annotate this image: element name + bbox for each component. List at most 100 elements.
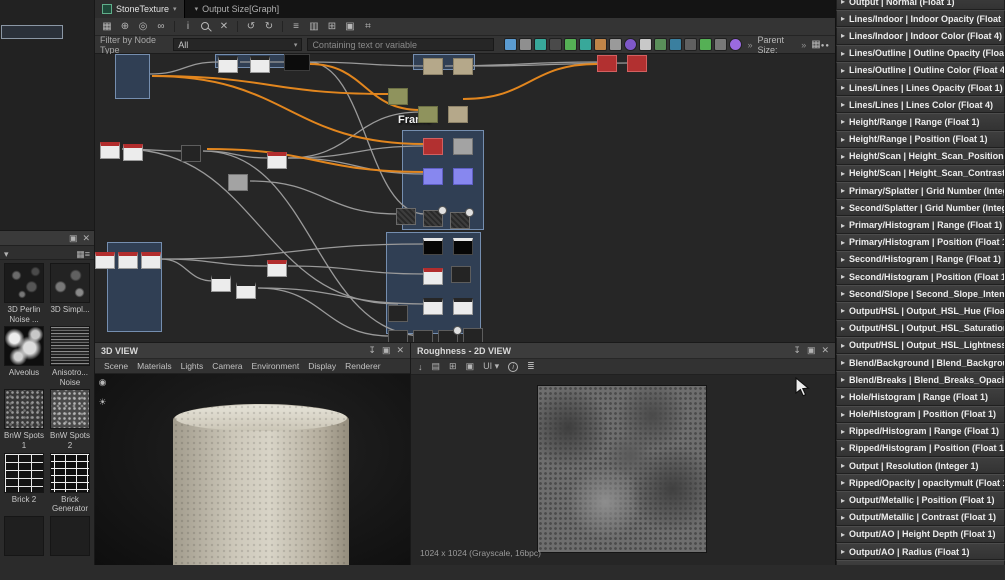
parameter-item[interactable]: ▸ Output/HSL | Output_HSL_Lightness (Floa… <box>836 336 1005 354</box>
expand-arrow-icon[interactable]: ▸ <box>841 221 845 230</box>
list-view-icon[interactable]: ≡ <box>289 19 303 35</box>
info-icon[interactable]: i <box>508 361 519 372</box>
node-category-icon-7[interactable] <box>594 38 608 51</box>
graph-node[interactable] <box>451 266 471 283</box>
expand-arrow-icon[interactable]: ▸ <box>841 14 845 23</box>
parameter-item[interactable]: ▸ Lines/Lines | Lines Color (Float 4) <box>836 96 1005 114</box>
parameter-item[interactable]: ▸ Second/Slope | Second_Slope_Intensity (… <box>836 285 1005 303</box>
graph-node[interactable] <box>423 206 447 227</box>
expand-arrow-icon[interactable]: ▸ <box>841 31 845 40</box>
parent-size-chevron[interactable]: » <box>801 40 806 50</box>
graph-node[interactable] <box>627 55 647 72</box>
center-view-icon[interactable]: ⊕ <box>118 19 132 35</box>
parameter-item[interactable]: ▸ Hole/Histogram | Range (Float 1) <box>836 388 1005 406</box>
parameter-item[interactable]: ▸ Primary/Splatter | Grid Number (Integer… <box>836 182 1005 200</box>
library-item[interactable]: Anisotro... Noise <box>48 326 92 387</box>
parameter-item[interactable]: ▸ Lines/Outline | Outline Color (Float 4) <box>836 61 1005 79</box>
parameter-item[interactable]: ▸ Output/Metallic | Position (Float 1) <box>836 491 1005 509</box>
pixel-grid-icon[interactable]: ▦ <box>811 39 820 50</box>
parameter-item[interactable]: ▸ Output/HSL | Output_HSL_Hue (Float 1) <box>836 302 1005 320</box>
graph-node[interactable] <box>597 55 617 72</box>
expand-arrow-icon[interactable]: ▸ <box>841 375 845 384</box>
parameter-item[interactable]: ▸ Output/HSL | Output_HSL_Saturation (Flo… <box>836 319 1005 337</box>
node-category-icon-11[interactable] <box>654 38 668 51</box>
expand-arrow-icon[interactable]: ▸ <box>841 169 845 178</box>
menu-camera[interactable]: Camera <box>212 361 242 371</box>
material-preview-icon[interactable]: ▣ <box>343 19 357 35</box>
node-category-icon-5[interactable] <box>564 38 578 51</box>
dock-icon[interactable]: ▣ <box>382 345 391 356</box>
graph-node[interactable] <box>250 56 270 73</box>
expand-arrow-icon[interactable]: ▸ <box>841 238 845 247</box>
search-input[interactable] <box>307 38 495 51</box>
graph-node[interactable] <box>423 138 443 155</box>
background-icon[interactable]: ▣ <box>466 361 475 372</box>
node-type-dropdown[interactable]: All ▾ <box>173 38 303 51</box>
info-icon[interactable]: i <box>181 19 195 35</box>
expand-arrow-icon[interactable]: ▸ <box>841 496 845 505</box>
node-category-icon-1[interactable] <box>504 38 518 51</box>
parameter-item[interactable]: ▸ Output | Resolution (Integer 1) <box>836 457 1005 475</box>
display-options-icon[interactable]: ▦ <box>100 19 114 35</box>
roughness-texture-preview[interactable] <box>538 386 706 552</box>
list-view-icon[interactable]: ≡ <box>85 249 90 259</box>
histogram-icon[interactable]: ≣ <box>527 361 535 372</box>
graph-node[interactable] <box>123 144 143 161</box>
expand-arrow-icon[interactable]: ▸ <box>841 341 845 350</box>
parameter-item[interactable]: ▸ Second/Histogram | Position (Float 1) <box>836 268 1005 286</box>
graph-node[interactable] <box>438 326 462 342</box>
expand-arrow-icon[interactable]: ▸ <box>841 427 845 436</box>
expand-arrow-icon[interactable]: ▸ <box>841 392 845 401</box>
graph-node[interactable] <box>211 275 231 292</box>
expand-arrow-icon[interactable]: ▸ <box>841 410 845 419</box>
close-icon[interactable]: ✕ <box>821 345 829 356</box>
node-category-icon-4[interactable] <box>549 38 563 51</box>
graph-node[interactable] <box>388 330 408 342</box>
expand-arrow-icon[interactable]: ▸ <box>841 272 845 281</box>
node-category-icon-6[interactable] <box>579 38 593 51</box>
graph-node[interactable] <box>450 208 474 229</box>
parameter-item[interactable]: ▸ Hole/Histogram | Position (Float 1) <box>836 405 1005 423</box>
snap-grid-icon[interactable]: ⊞ <box>325 19 339 35</box>
expand-arrow-icon[interactable]: ▸ <box>841 547 845 556</box>
graph-node[interactable] <box>388 305 408 322</box>
graph-node[interactable] <box>418 106 438 123</box>
expand-arrow-icon[interactable]: ▸ <box>841 306 845 315</box>
parameter-item[interactable]: ▸ Second/Splatter | Grid Number (Integer … <box>836 199 1005 217</box>
graph-node[interactable] <box>181 145 201 162</box>
output-size-selector[interactable]: ▾ Output Size[Graph] <box>195 4 280 14</box>
expand-arrow-icon[interactable]: ▸ <box>841 203 845 212</box>
expand-arrow-icon[interactable]: ▸ <box>841 478 845 487</box>
expand-arrow-icon[interactable]: ▸ <box>841 0 845 6</box>
3d-viewport[interactable] <box>95 374 410 565</box>
graph-node[interactable] <box>388 88 408 105</box>
parameter-item[interactable]: ▸ Output/AO | Radius (Float 1) <box>836 543 1005 561</box>
dock-icon[interactable]: ▣ <box>69 232 78 244</box>
docked-panel-stub[interactable] <box>1 25 63 39</box>
graph-node[interactable] <box>423 298 443 315</box>
expand-arrow-icon[interactable]: ▸ <box>841 289 845 298</box>
graph-node[interactable] <box>267 152 287 169</box>
graph-node[interactable] <box>423 58 443 75</box>
search-icon[interactable] <box>201 21 209 30</box>
linked-view-icon[interactable]: ●● <box>821 43 830 49</box>
expand-arrow-icon[interactable]: ▸ <box>841 135 845 144</box>
pin-icon[interactable]: ↧ <box>793 345 801 356</box>
tab-stonetexture[interactable]: StoneTexture ▾ <box>95 0 185 18</box>
graph-node[interactable] <box>141 252 161 269</box>
expand-arrow-icon[interactable]: ▸ <box>841 461 845 470</box>
graph-node[interactable] <box>453 298 473 315</box>
grid-view-icon[interactable]: ▥ <box>307 19 321 35</box>
node-category-icon-14[interactable] <box>699 38 713 51</box>
parameter-item[interactable]: ▸ Blend/Background | Blend_Background_Opa… <box>836 353 1005 372</box>
focus-selected-icon[interactable]: ◎ <box>136 19 150 35</box>
node-category-icon-16[interactable] <box>729 38 743 51</box>
node-category-icon-12[interactable] <box>669 38 683 51</box>
graph-node[interactable] <box>228 174 248 191</box>
expand-arrow-icon[interactable]: ▸ <box>841 100 845 109</box>
graph-node[interactable] <box>453 138 473 155</box>
graph-node[interactable] <box>95 252 115 269</box>
library-item[interactable]: Brick 2 <box>2 452 46 514</box>
parameter-item[interactable]: ▸ Output/AO | Height Depth (Float 1) <box>836 525 1005 543</box>
expand-arrow-icon[interactable]: ▸ <box>841 255 845 264</box>
